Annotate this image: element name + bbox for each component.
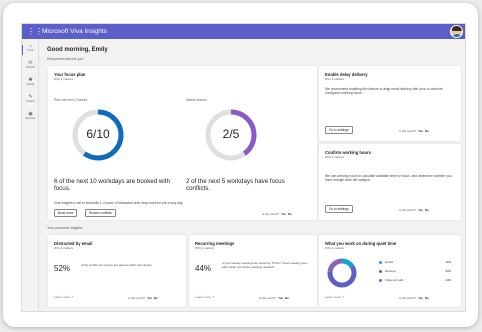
feedback-no[interactable]: No [425, 129, 429, 133]
rail-item-home[interactable]: ⌂ Home [22, 43, 39, 59]
rail-item-protect[interactable]: ✎ Protect [22, 94, 39, 110]
feedback-yes[interactable]: Yes [281, 212, 286, 216]
focus-note: Viva Insights is set to schedule 1-4 hou… [54, 201, 184, 205]
feedback-yes[interactable]: Yes [147, 296, 152, 300]
rail-item-label: Discover [25, 117, 36, 120]
rail-item-discover[interactable]: ◉ Discover [22, 111, 39, 127]
legend-label-chats: Chats and calls [385, 278, 404, 282]
recommended-label: Recommended for you [47, 57, 84, 61]
focus-booked-text: 6 of the next 10 workdays are booked wit… [54, 178, 170, 193]
working-hours-feedback: Is this useful? Yes No [399, 208, 429, 212]
open-external-icon: ↗ [211, 295, 215, 299]
quiet-time-card: What you work on during quiet time Why i… [319, 235, 461, 307]
feedback-no[interactable]: No [288, 212, 292, 216]
quiet-time-learn-more[interactable]: Learn more ↗ [325, 295, 344, 299]
rail-item-activity[interactable]: ✺ Activity [22, 77, 39, 93]
delay-delivery-settings-button[interactable]: Go to settings [325, 126, 353, 134]
recurring-meetings-card: Recurring meetings Why it matters 44% of… [189, 235, 317, 307]
feedback-question: Is this useful? [399, 296, 417, 300]
delay-delivery-feedback: Is this useful? Yes No [399, 129, 429, 133]
feedback-no[interactable]: No [285, 296, 289, 300]
feedback-yes[interactable]: Yes [418, 129, 423, 133]
app-title: Microsoft Viva Insights [42, 28, 107, 35]
feedback-no[interactable]: No [154, 296, 158, 300]
feedback-question: Is this useful? [128, 296, 146, 300]
legend-value-meetings: 60% [445, 269, 451, 273]
working-hours-why-link[interactable]: Why it matters [325, 155, 344, 159]
left-rail: ⌂ Home ⟳ Refresh ✺ Activity ✎ Protect ◉ … [22, 39, 39, 311]
legend-dot-meetings [379, 270, 382, 273]
rail-item-refresh[interactable]: ⟳ Refresh [22, 60, 39, 76]
learn-more-label: Learn more [325, 295, 341, 299]
conflict-ring-value: 2/5 [222, 127, 240, 141]
distracted-email-percent: 52% [54, 264, 71, 273]
book-more-button[interactable]: Book more [54, 209, 78, 217]
recurring-meetings-percent: 44% [195, 264, 212, 273]
focus-plan-feedback: Is this useful? Yes No [262, 212, 292, 216]
top-bar: ⋮⋮ Microsoft Viva Insights [22, 24, 465, 39]
app-launcher-icon[interactable]: ⋮⋮ [27, 27, 43, 36]
feedback-question: Is this useful? [259, 296, 277, 300]
rail-item-label: Home [27, 49, 34, 52]
rail-item-label: Refresh [26, 66, 35, 69]
rail-item-label: Protect [26, 100, 35, 103]
feedback-question: Is this useful? [399, 129, 417, 133]
legend-label-meetings: Meetings [385, 269, 396, 273]
recurring-meetings-text: of your weekly meetings are recurring. T… [222, 261, 308, 269]
focus-plan-why-link[interactable]: Why it matters [54, 77, 73, 81]
review-conflicts-button[interactable]: Review conflicts [85, 209, 116, 217]
delay-delivery-why-link[interactable]: Why it matters [325, 77, 344, 81]
feedback-yes[interactable]: Yes [418, 208, 423, 212]
feedback-no[interactable]: No [425, 296, 429, 300]
avatar[interactable] [450, 25, 463, 38]
quiet-time-why-link[interactable]: Why it matters [325, 246, 344, 250]
quiet-time-donut [327, 258, 357, 288]
device-frame: ⋮⋮ Microsoft Viva Insights ⌂ Home ⟳ Refr… [3, 3, 478, 327]
legend-dot-emails [379, 261, 382, 264]
feedback-question: Is this useful? [262, 212, 280, 216]
feedback-yes[interactable]: Yes [278, 296, 283, 300]
recurring-meetings-learn-more[interactable]: Learn more ↗ [195, 295, 214, 299]
greeting: Good morning, Emily [47, 47, 108, 53]
recurring-meetings-why-link[interactable]: Why it matters [195, 246, 214, 250]
distracted-email-text: of the emails you receive are opened wit… [81, 263, 152, 267]
feedback-no[interactable]: No [425, 208, 429, 212]
quiet-time-feedback: Is this useful? Yes No [399, 296, 429, 300]
review-label: Needs review [186, 98, 207, 102]
distracted-email-learn-more[interactable]: Learn more ↗ [54, 295, 73, 299]
learn-more-label: Learn more [195, 295, 211, 299]
legend-dot-chats [379, 279, 382, 282]
focus-plan-card: Your focus plan Why it matters Plan the … [48, 66, 317, 220]
distracted-email-card: Distracted by email Why it matters 52% o… [48, 235, 186, 307]
recurring-meetings-feedback: Is this useful? Yes No [259, 296, 289, 300]
working-hours-settings-button[interactable]: Go to settings [325, 205, 353, 213]
open-external-icon: ↗ [341, 295, 345, 299]
plan-label: Plan the next 2 weeks [54, 98, 88, 102]
legend-value-emails: 16% [445, 260, 451, 264]
distracted-email-feedback: Is this useful? Yes No [128, 296, 158, 300]
rail-item-label: Activity [26, 83, 35, 86]
learn-more-label: Learn more [54, 295, 70, 299]
open-external-icon: ↗ [70, 295, 74, 299]
feedback-question: Is this useful? [399, 208, 417, 212]
feedback-yes[interactable]: Yes [418, 296, 423, 300]
app-window: ⋮⋮ Microsoft Viva Insights ⌂ Home ⟳ Refr… [21, 23, 466, 312]
distracted-email-why-link[interactable]: Why it matters [54, 246, 73, 250]
delay-delivery-body: We recommend enabling this feature to al… [325, 87, 444, 96]
focus-conflict-text: 2 of the next 5 workdays have focus conf… [186, 178, 285, 193]
personal-insights-label: Your personal insights [47, 226, 83, 230]
focus-ring-value: 6/10 [86, 127, 110, 141]
delay-delivery-card: Enable delay delivery Why it matters We … [319, 66, 461, 141]
working-hours-card: Confirm working hours Why it matters We … [319, 144, 461, 220]
legend-label-emails: Emails [385, 260, 394, 264]
legend-value-chats: 24% [445, 278, 451, 282]
working-hours-body: We use working hours to calculate availa… [325, 174, 452, 183]
